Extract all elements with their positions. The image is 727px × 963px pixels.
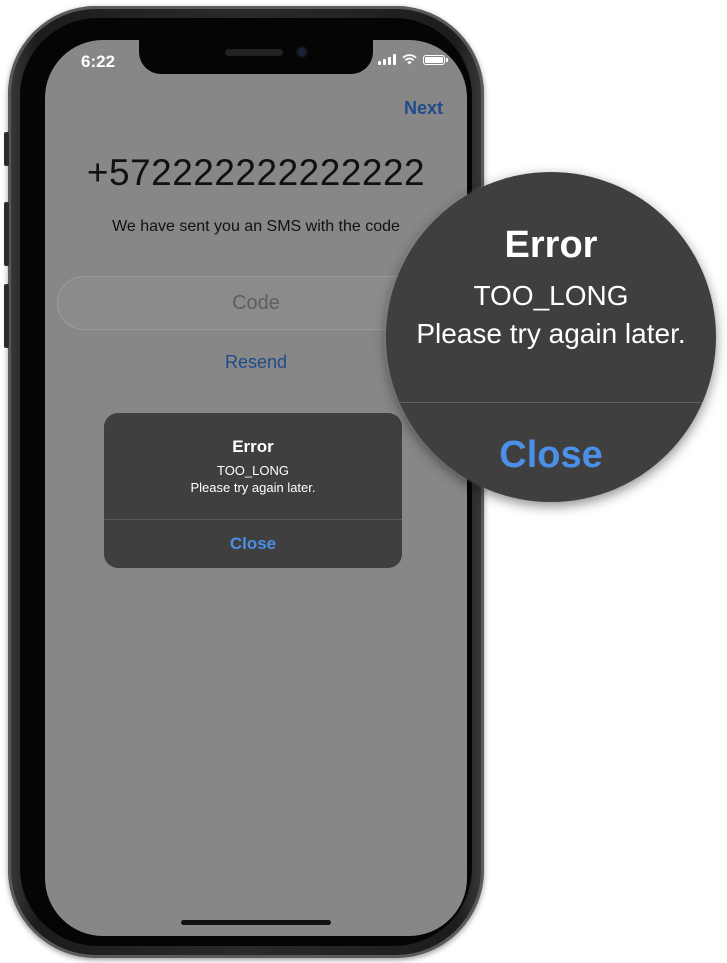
alert-message-text: Please try again later. xyxy=(190,480,316,495)
phone-frame: 6:22 Next +572222222222222 We have sent … xyxy=(4,6,488,958)
phone-number: +572222222222222 xyxy=(86,152,426,193)
zoom-callout: Error TOO_LONG Please try again later. C… xyxy=(386,172,716,502)
notch xyxy=(139,40,373,74)
volume-up-button xyxy=(4,202,9,266)
code-placeholder: Code xyxy=(232,291,280,314)
battery-icon xyxy=(423,54,448,65)
status-icons xyxy=(378,54,448,65)
mute-switch xyxy=(4,132,9,166)
wifi-icon xyxy=(402,54,417,65)
alert-close-button[interactable]: Close xyxy=(104,520,402,568)
status-time: 6:22 xyxy=(81,52,116,71)
volume-down-button xyxy=(4,284,9,348)
zoom-alert-divider xyxy=(386,402,716,403)
home-indicator[interactable] xyxy=(181,920,331,925)
zoom-alert-message-text: Please try again later. xyxy=(416,318,686,349)
alert-message-code: TOO_LONG xyxy=(216,463,289,478)
cellular-signal-icon xyxy=(378,54,396,65)
next-button[interactable]: Next xyxy=(404,98,443,119)
error-alert: Error TOO_LONG Please try again later. C… xyxy=(104,413,402,568)
front-camera xyxy=(296,46,308,58)
zoom-alert-title: Error xyxy=(504,224,598,266)
zoom-alert-close-button: Close xyxy=(499,434,603,476)
zoom-alert-message-code: TOO_LONG xyxy=(473,280,629,311)
speaker-grille xyxy=(225,49,283,56)
alert-title: Error xyxy=(232,437,274,456)
phone-screen: 6:22 Next +572222222222222 We have sent … xyxy=(45,40,467,936)
